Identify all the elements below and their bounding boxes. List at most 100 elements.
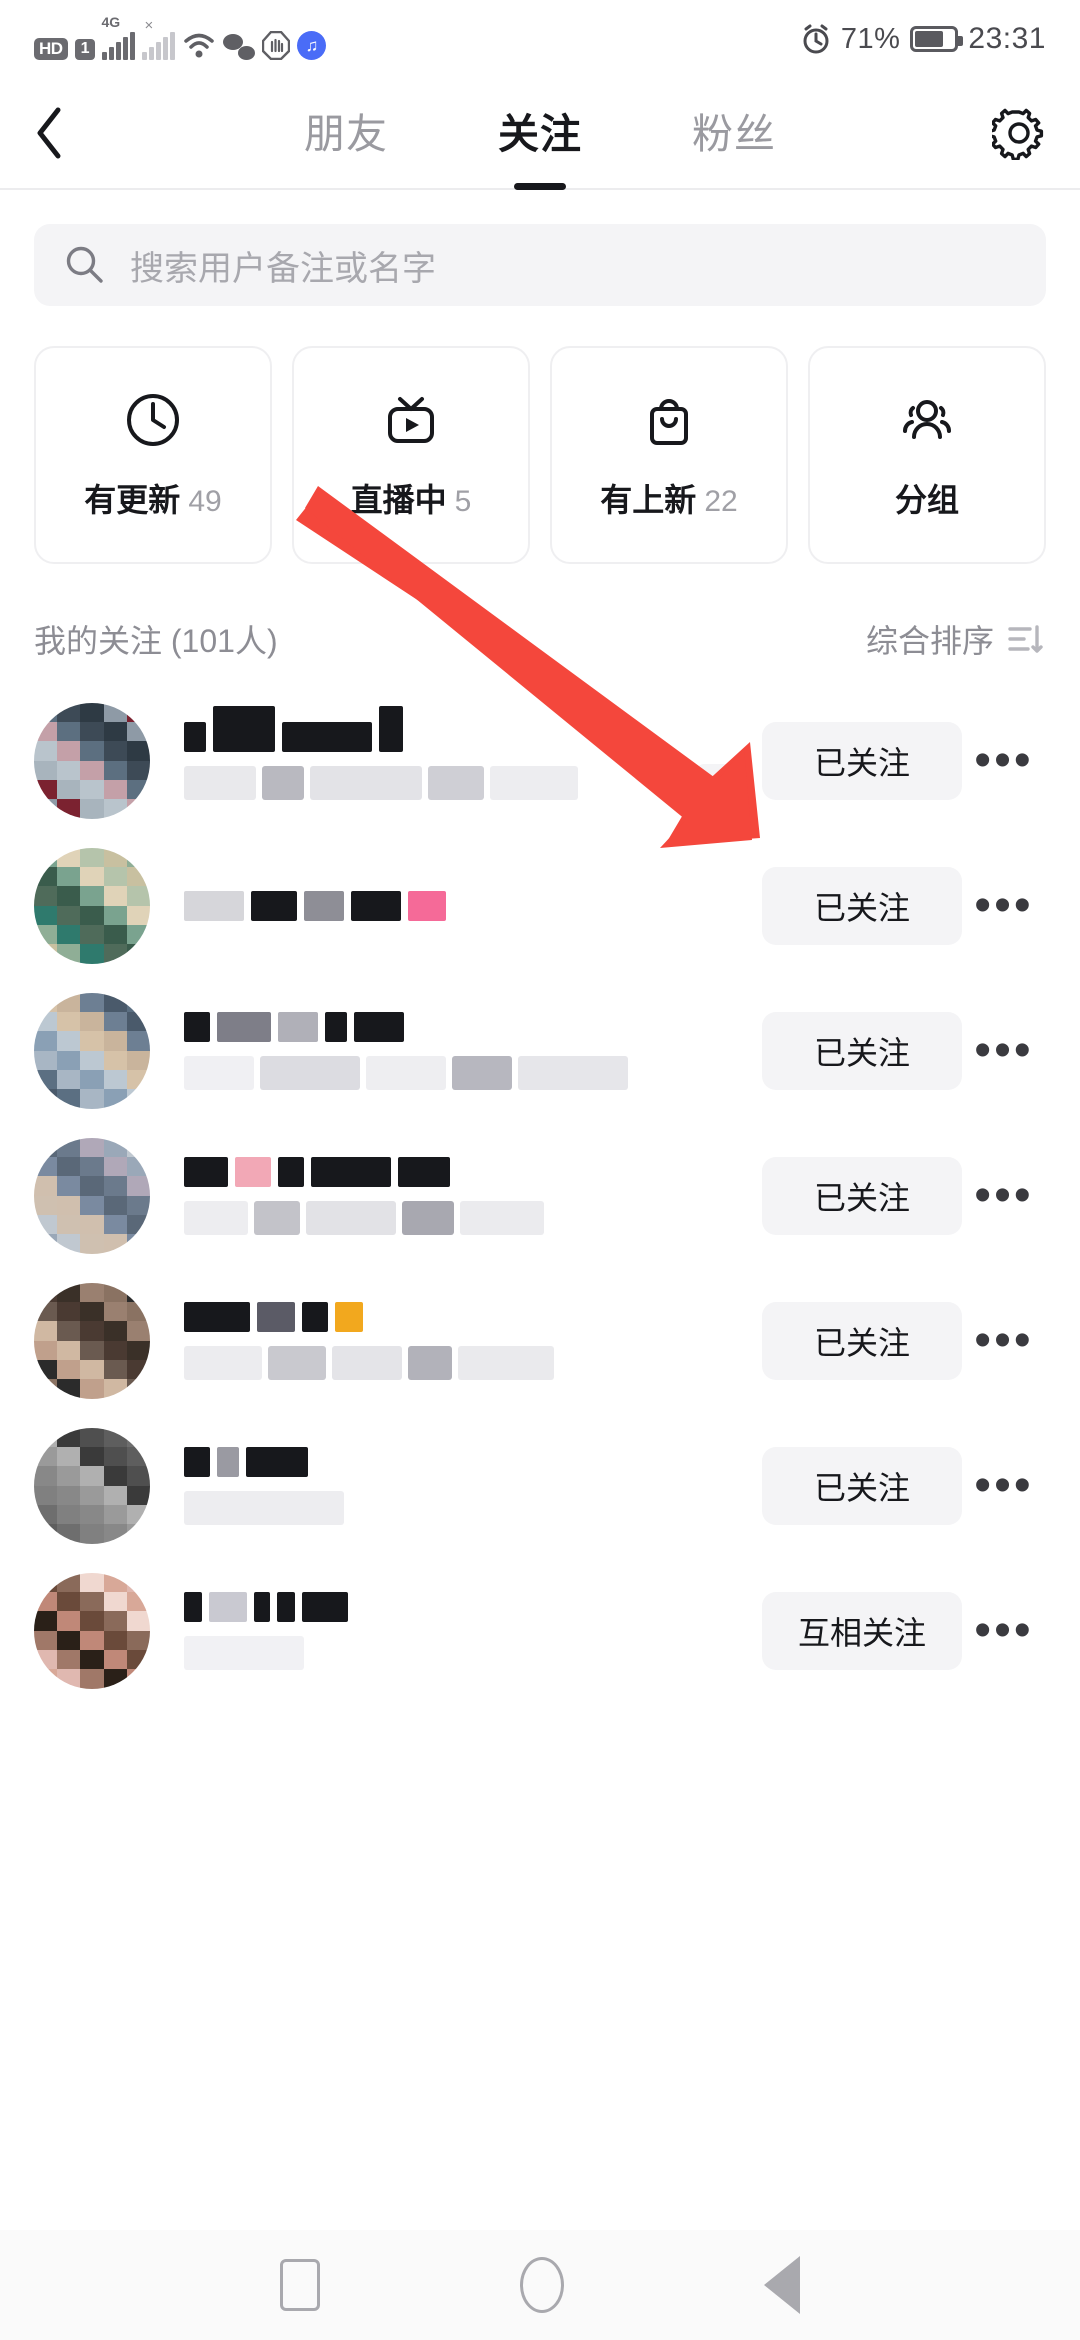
table-row[interactable]: 已关注 ••• xyxy=(34,1413,1046,1558)
filter-card-updates-label: 有更新 xyxy=(84,482,181,518)
follow-status-button[interactable]: 已关注 xyxy=(762,866,962,945)
row-text xyxy=(184,890,762,921)
filter-card-updates-text: 有更新 49 xyxy=(84,475,221,521)
follow-status-button[interactable]: 互相关注 xyxy=(762,1591,962,1670)
filter-card-groups-text: 分组 xyxy=(895,475,959,521)
quick-filter-cards: 有更新 49 直播中 5 有上新 22 分组 xyxy=(0,306,1080,564)
redacted-name xyxy=(184,1011,762,1042)
row-text xyxy=(184,1591,762,1670)
row-more-button[interactable]: ••• xyxy=(962,1458,1046,1513)
table-row[interactable]: 已关注 ••• xyxy=(34,1123,1046,1268)
row-more-button[interactable]: ••• xyxy=(962,1603,1046,1658)
battery-icon xyxy=(910,26,964,52)
row-text xyxy=(184,1156,762,1235)
avatar[interactable] xyxy=(34,1427,150,1544)
row-more-button[interactable]: ••• xyxy=(962,733,1046,788)
avatar[interactable] xyxy=(34,847,150,964)
filter-card-updates[interactable]: 有更新 49 xyxy=(34,346,272,564)
search-icon xyxy=(66,246,103,283)
avatar[interactable] xyxy=(34,702,150,819)
wifi-icon xyxy=(184,33,215,58)
back-button[interactable] xyxy=(34,106,104,160)
follow-status-button[interactable]: 已关注 xyxy=(762,721,962,800)
follow-status-button[interactable]: 已关注 xyxy=(762,1301,962,1380)
table-row[interactable]: 互相关注 ••• xyxy=(34,1558,1046,1703)
table-row[interactable]: 已关注 ••• xyxy=(34,833,1046,978)
cellular-signal-2-icon: × xyxy=(142,17,176,60)
tab-following[interactable]: 关注 xyxy=(498,100,582,166)
tab-fans[interactable]: 粉丝 xyxy=(692,100,776,166)
phone-screen: HD 1 4G × ♫ 71% 23:31 朋友 关注 粉丝 搜索用户备注或名字… xyxy=(0,0,1080,2340)
filter-card-new-items-label: 有上新 xyxy=(600,482,697,518)
avatar[interactable] xyxy=(34,1572,150,1689)
avatar[interactable] xyxy=(34,1282,150,1399)
redacted-subtitle xyxy=(184,1490,762,1525)
sim-icon: 1 xyxy=(74,39,96,60)
clock-label: 23:31 xyxy=(968,22,1046,55)
redacted-subtitle xyxy=(184,1635,762,1670)
alarm-clock-icon xyxy=(803,24,829,54)
redacted-name xyxy=(184,1301,762,1332)
filter-card-live[interactable]: 直播中 5 xyxy=(292,346,530,564)
row-more-button[interactable]: ••• xyxy=(962,1023,1046,1078)
table-row[interactable]: 已关注 ••• xyxy=(34,1268,1046,1413)
network-type-label: 4G xyxy=(101,14,121,30)
no-service-x-icon: × xyxy=(144,17,154,34)
redacted-name xyxy=(184,1446,762,1477)
sort-icon xyxy=(1008,625,1043,653)
tab-list: 朋友 关注 粉丝 xyxy=(104,100,976,166)
filter-card-live-text: 直播中 5 xyxy=(351,475,472,521)
search-placeholder: 搜索用户备注或名字 xyxy=(130,249,436,288)
sort-control[interactable]: 综合排序 xyxy=(866,616,1046,662)
filter-card-groups[interactable]: 分组 xyxy=(808,346,1046,564)
search-input[interactable]: 搜索用户备注或名字 xyxy=(34,224,1046,306)
redacted-subtitle xyxy=(184,1055,762,1090)
system-navigation-bar xyxy=(0,2230,1080,2340)
redacted-name xyxy=(184,890,762,921)
redacted-subtitle xyxy=(184,1345,762,1380)
redacted-name xyxy=(184,1156,762,1187)
status-bar-left: HD 1 4G × ♫ xyxy=(34,14,327,60)
filter-card-groups-label: 分组 xyxy=(894,482,959,518)
redacted-subtitle: › xyxy=(184,763,762,806)
following-list: › 已关注 ••• 已关注 ••• 已关注 ••• 已关注 ••• 已关注 ••… xyxy=(0,688,1080,1703)
group-people-icon xyxy=(903,400,951,439)
filter-card-live-count: 5 xyxy=(454,485,472,518)
music-icon: ♫ xyxy=(297,31,327,60)
status-bar: HD 1 4G × ♫ 71% 23:31 xyxy=(0,0,1080,78)
redacted-subtitle xyxy=(184,1200,762,1235)
follow-status-button[interactable]: 已关注 xyxy=(762,1446,962,1525)
filter-card-updates-count: 49 xyxy=(188,485,222,518)
row-more-button[interactable]: ••• xyxy=(962,878,1046,933)
row-text xyxy=(184,1446,762,1525)
chevron-right-icon[interactable]: › xyxy=(696,763,742,806)
avatar[interactable] xyxy=(34,992,150,1109)
filter-card-new-items[interactable]: 有上新 22 xyxy=(550,346,788,564)
table-row[interactable]: 已关注 ••• xyxy=(34,978,1046,1123)
list-header: 我的关注 (101人) 综合排序 xyxy=(0,564,1080,688)
settings-button[interactable] xyxy=(976,106,1046,160)
clock-icon xyxy=(127,394,179,446)
redacted-name xyxy=(184,1591,762,1622)
recents-square-icon[interactable] xyxy=(280,2259,320,2311)
filter-card-live-label: 直播中 xyxy=(350,482,447,518)
back-triangle-icon[interactable] xyxy=(764,2256,800,2314)
row-more-button[interactable]: ••• xyxy=(962,1313,1046,1368)
home-circle-icon[interactable] xyxy=(520,2257,564,2313)
filter-card-new-items-count: 22 xyxy=(704,485,738,518)
list-title: 我的关注 (101人) xyxy=(34,623,278,659)
cellular-signal-icon: 4G xyxy=(101,14,136,60)
tab-friends[interactable]: 朋友 xyxy=(304,100,388,166)
battery-percent-label: 71% xyxy=(840,22,901,55)
avatar[interactable] xyxy=(34,1137,150,1254)
table-row[interactable]: › 已关注 ••• xyxy=(34,688,1046,833)
sort-label: 综合排序 xyxy=(865,623,994,659)
follow-status-button[interactable]: 已关注 xyxy=(762,1156,962,1235)
live-tv-icon xyxy=(388,397,434,443)
shopping-bag-icon xyxy=(650,399,688,445)
row-text xyxy=(184,1301,762,1380)
row-more-button[interactable]: ••• xyxy=(962,1168,1046,1223)
status-bar-right: 71% 23:31 xyxy=(801,22,1046,56)
follow-status-button[interactable]: 已关注 xyxy=(762,1011,962,1090)
hd-icon: HD xyxy=(34,38,68,60)
